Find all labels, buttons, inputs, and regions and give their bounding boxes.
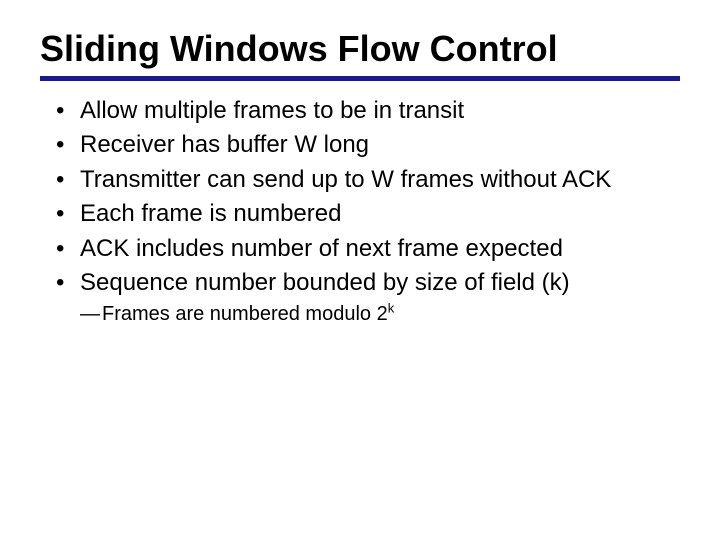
list-item: ACK includes number of next frame expect… bbox=[52, 233, 674, 265]
sub-bullet-sup: k bbox=[388, 301, 395, 316]
sub-bullet: —Frames are numbered modulo 2k bbox=[40, 301, 680, 328]
bullet-list: Allow multiple frames to be in transit R… bbox=[40, 95, 680, 299]
sub-bullet-text: Frames are numbered modulo 2 bbox=[102, 303, 388, 325]
slide-title: Sliding Windows Flow Control bbox=[40, 28, 680, 70]
dash-icon: — bbox=[80, 301, 102, 328]
list-item: Sequence number bounded by size of field… bbox=[52, 267, 674, 299]
list-item: Receiver has buffer W long bbox=[52, 129, 674, 161]
list-item: Transmitter can send up to W frames with… bbox=[52, 164, 674, 196]
list-item: Allow multiple frames to be in transit bbox=[52, 95, 674, 127]
list-item: Each frame is numbered bbox=[52, 198, 674, 230]
slide: Sliding Windows Flow Control Allow multi… bbox=[0, 0, 720, 540]
title-underline bbox=[40, 76, 680, 81]
